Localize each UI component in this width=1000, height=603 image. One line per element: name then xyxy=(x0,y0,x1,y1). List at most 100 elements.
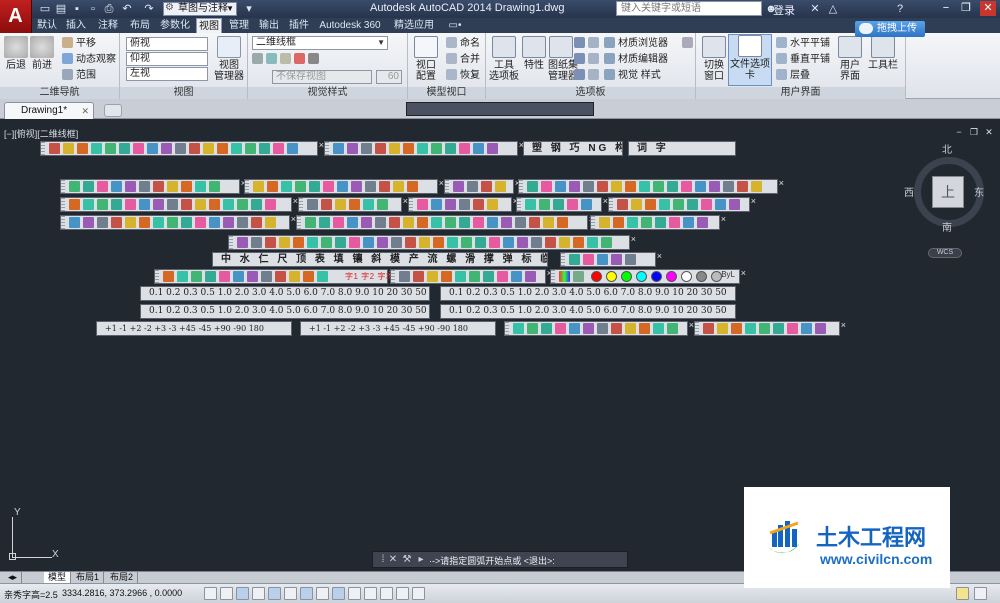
text-tool-icon[interactable] xyxy=(293,237,304,248)
toolbar-grip[interactable] xyxy=(517,198,521,211)
toolbar-grip[interactable] xyxy=(245,180,249,193)
column-tool-icon[interactable] xyxy=(319,217,330,228)
text-tool-icon[interactable] xyxy=(481,181,492,192)
ortho-mode-button[interactable] xyxy=(236,587,249,600)
dim-tool-icon[interactable] xyxy=(111,181,122,192)
close-icon[interactable]: × xyxy=(751,196,756,206)
hatch-tool-icon[interactable] xyxy=(139,181,150,192)
column-tool-icon[interactable] xyxy=(63,143,74,154)
palette-icons-row-2[interactable] xyxy=(574,53,602,67)
grid-tool-icon[interactable] xyxy=(181,181,192,192)
grid-tool-icon[interactable] xyxy=(247,271,258,282)
stair-tool-icon[interactable] xyxy=(639,323,650,334)
axis-tool-icon[interactable] xyxy=(473,143,484,154)
quick-properties-button[interactable] xyxy=(380,587,393,600)
window-tool-icon[interactable] xyxy=(251,237,262,248)
axis-tool-icon[interactable] xyxy=(139,199,150,210)
viewport-close-icon[interactable]: ✕ xyxy=(984,127,994,137)
stair-tool-icon[interactable] xyxy=(433,237,444,248)
axis-tool-icon[interactable] xyxy=(611,181,622,192)
tab-insert[interactable]: 插入 xyxy=(62,18,90,33)
close-icon[interactable]: ✕ xyxy=(81,103,89,119)
stair-tool-icon[interactable] xyxy=(375,143,386,154)
column-tool-icon[interactable] xyxy=(487,217,498,228)
block-tool-icon[interactable] xyxy=(161,143,172,154)
selection-cycling-button[interactable] xyxy=(396,587,409,600)
tab-layout2[interactable]: 布局2 xyxy=(106,572,139,583)
wall-tool-icon[interactable] xyxy=(567,199,578,210)
color-swatch-cyan[interactable] xyxy=(636,271,647,282)
text-tool-icon[interactable] xyxy=(125,181,136,192)
hatch-tool-icon[interactable] xyxy=(251,199,262,210)
door-tool-icon[interactable] xyxy=(613,217,624,228)
grid-tool-icon[interactable] xyxy=(189,143,200,154)
layer-tool-icon[interactable] xyxy=(233,271,244,282)
door-tool-icon[interactable] xyxy=(333,217,344,228)
door-tool-icon[interactable] xyxy=(111,217,122,228)
hatch-tool-icon[interactable] xyxy=(417,143,428,154)
stair-tool-icon[interactable] xyxy=(267,181,278,192)
toolbar-colors[interactable]: ByL × xyxy=(550,268,746,284)
window-tool-icon[interactable] xyxy=(125,217,136,228)
toolbar-grip[interactable] xyxy=(391,270,395,283)
dim-tool-icon[interactable] xyxy=(223,199,234,210)
switch-window-button[interactable]: 切换 窗口 xyxy=(700,36,728,82)
tab-layout[interactable]: 布局 xyxy=(126,18,154,33)
tab-featured-apps[interactable]: 精选应用 xyxy=(388,18,440,33)
block-tool-icon[interactable] xyxy=(321,237,332,248)
wrench-icon[interactable]: ⚒ xyxy=(401,554,413,566)
block-tool-icon[interactable] xyxy=(703,323,714,334)
snap-mode-button[interactable] xyxy=(204,587,217,600)
tab-manage[interactable]: 管理 xyxy=(226,18,252,33)
compass-east[interactable]: 东 xyxy=(974,184,984,199)
block-tool-icon[interactable] xyxy=(697,217,708,228)
axis-tool-icon[interactable] xyxy=(237,217,248,228)
text-tool-icon[interactable] xyxy=(557,217,568,228)
close-icon[interactable]: × xyxy=(631,234,636,244)
door-tool-icon[interactable] xyxy=(407,181,418,192)
toolbars-button[interactable]: 工具栏 xyxy=(868,36,898,71)
palette-icons-row-1[interactable] xyxy=(574,37,602,51)
close-icon[interactable]: × xyxy=(657,251,662,261)
toolbar-annotate-3[interactable]: × xyxy=(590,214,726,230)
grid-tool-icon[interactable] xyxy=(351,181,362,192)
column-tool-icon[interactable] xyxy=(167,199,178,210)
dim-tool-icon[interactable] xyxy=(695,181,706,192)
file-tabs-button[interactable]: 文件选项卡 xyxy=(728,34,772,86)
status-menu-button[interactable] xyxy=(974,587,987,600)
tab-parametric[interactable]: 参数化 xyxy=(158,18,192,33)
layer-tool-icon[interactable] xyxy=(167,181,178,192)
block-tool-icon[interactable] xyxy=(441,271,452,282)
column-tool-icon[interactable] xyxy=(659,199,670,210)
block-tool-icon[interactable] xyxy=(417,199,428,210)
toolbar-modify-4[interactable]: × xyxy=(516,196,608,212)
user-interface-button[interactable]: 用户 界面 xyxy=(836,36,864,82)
visual-style-tools[interactable] xyxy=(252,53,322,67)
toolbar-grip[interactable] xyxy=(551,270,555,283)
toolbar-modify-3[interactable]: × xyxy=(408,196,518,212)
toolbar-draw-2[interactable]: × xyxy=(244,178,444,194)
toolbar-grip[interactable] xyxy=(561,253,565,266)
toolbar-layers-2[interactable]: × xyxy=(390,268,552,284)
door-tool-icon[interactable] xyxy=(673,199,684,210)
toolbar-annotate-2[interactable]: × xyxy=(296,214,594,230)
window-tool-icon[interactable] xyxy=(667,181,678,192)
grid-tool-icon[interactable] xyxy=(597,181,608,192)
material-browser-button[interactable]: 材质浏览器 xyxy=(604,37,668,51)
toolbar-grip[interactable] xyxy=(409,198,413,211)
grid-tool-icon[interactable] xyxy=(469,271,480,282)
block-tool-icon[interactable] xyxy=(219,271,230,282)
toolbar-grip[interactable] xyxy=(61,216,65,229)
viewport-join-button[interactable]: 合并 xyxy=(446,53,480,67)
wall-tool-icon[interactable] xyxy=(497,271,508,282)
dim-tool-icon[interactable] xyxy=(287,143,298,154)
tab-view[interactable]: 视图 xyxy=(196,18,222,33)
window-tool-icon[interactable] xyxy=(317,271,328,282)
toolbar-text-strip-1[interactable]: 中 水 仁 尺 顶 表 填 镶 斜 模 产 流 螺 滑 撑 弹 标 临 字 xyxy=(212,252,548,267)
dim-tool-icon[interactable] xyxy=(447,237,458,248)
toolbar-ltscale-1[interactable]: 0.1 0.2 0.3 0.5 1.0 2.0 3.0 4.0 5.0 6.0 … xyxy=(140,286,430,301)
text-tool-icon[interactable] xyxy=(669,217,680,228)
toolbar-modify-2[interactable]: × xyxy=(298,196,408,212)
cursor-coordinates[interactable]: 3334.2816, 373.2966 , 0.0000 xyxy=(62,588,182,598)
grid-tool-icon[interactable] xyxy=(349,237,360,248)
